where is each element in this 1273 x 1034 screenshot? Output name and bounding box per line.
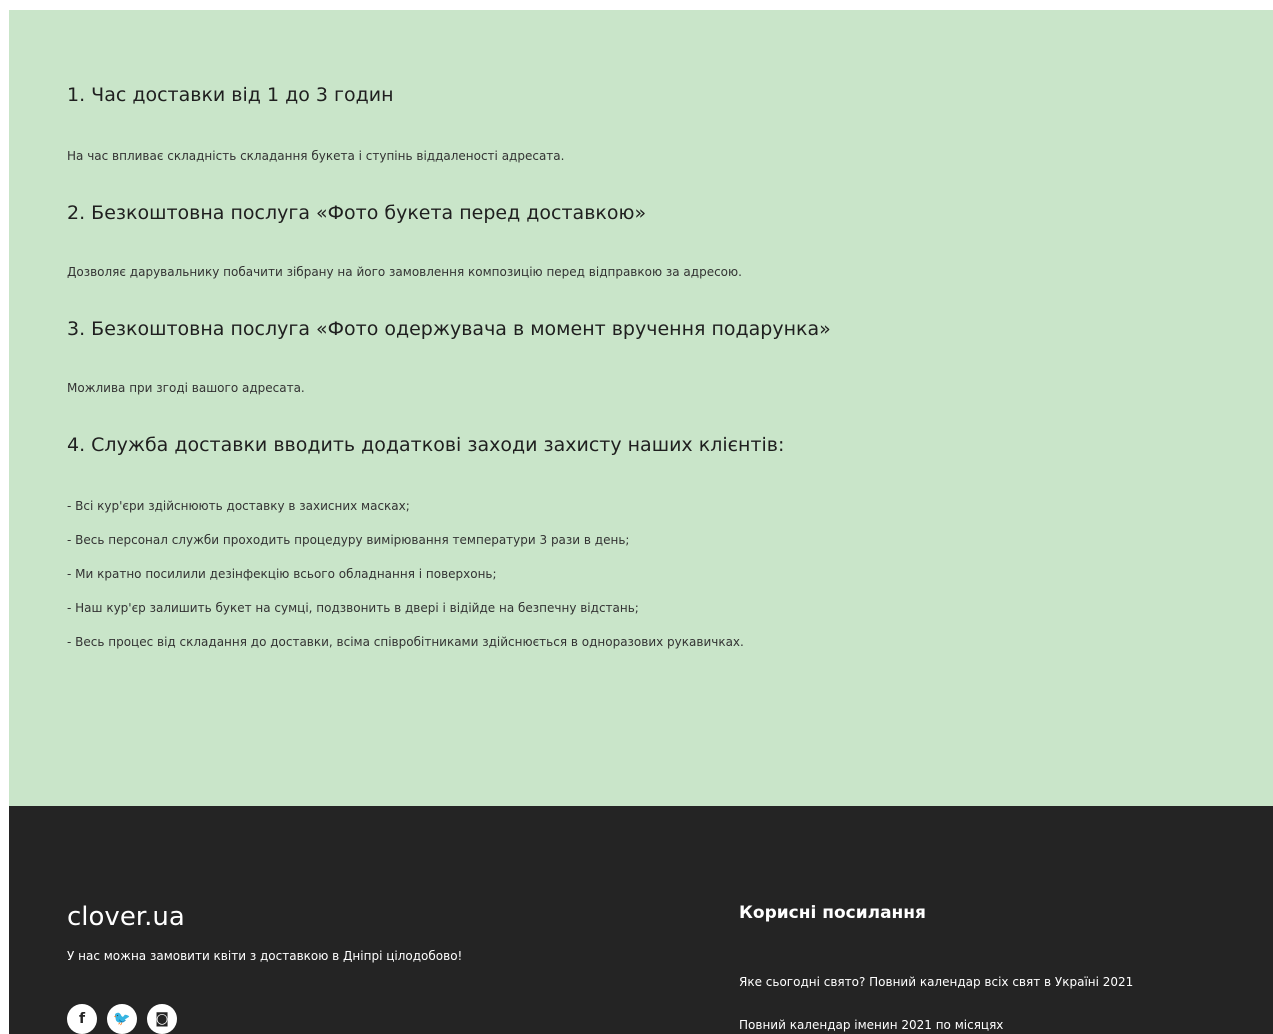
delivery-info-section: 1. Час доставки від 1 до 3 годин На час …: [9, 10, 1273, 806]
section-text-delivery-time: На час впливає складність складання буке…: [67, 149, 565, 163]
section-title-safety-measures: 4. Служба доставки вводить додаткові зах…: [67, 434, 785, 456]
section-title-bouquet-photo: 2. Безкоштовна послуга «Фото букета пере…: [67, 202, 647, 224]
section-text-recipient-photo: Можлива при згоді вашого адресата.: [67, 381, 305, 395]
section-title-delivery-time: 1. Час доставки від 1 до 3 годин: [67, 84, 394, 106]
footer-brand-logo[interactable]: clover.ua: [67, 902, 185, 932]
twitter-icon[interactable]: 🐦: [107, 1004, 137, 1034]
section-title-recipient-photo: 3. Безкоштовна послуга «Фото одержувача …: [67, 318, 831, 340]
footer-tagline: У нас можна замовити квіти з доставкою в…: [67, 949, 463, 963]
useful-link-name-days-calendar[interactable]: Повний календар іменин 2021 по місяцях: [739, 1018, 1003, 1032]
social-links: f 🐦 ◙: [67, 1004, 177, 1034]
section-text-bouquet-photo: Дозволяє дарувальнику побачити зібрану н…: [67, 265, 742, 279]
measure-item: - Весь персонал служби проходить процеду…: [67, 533, 630, 547]
site-footer: clover.ua У нас можна замовити квіти з д…: [9, 806, 1273, 1034]
measure-item: - Ми кратно посилили дезінфекцію всього …: [67, 567, 497, 581]
useful-link-holidays-calendar[interactable]: Яке сьогодні свято? Повний календар всіх…: [739, 975, 1133, 989]
instagram-icon[interactable]: ◙: [147, 1004, 177, 1034]
measure-item: - Всі кур'єри здійснюють доставку в захи…: [67, 499, 410, 513]
useful-links-title: Корисні посилання: [739, 903, 926, 923]
measure-item: - Весь процес від складання до доставки,…: [67, 635, 744, 649]
facebook-icon[interactable]: f: [67, 1004, 97, 1034]
measure-item: - Наш кур'єр залишить букет на сумці, по…: [67, 601, 639, 615]
